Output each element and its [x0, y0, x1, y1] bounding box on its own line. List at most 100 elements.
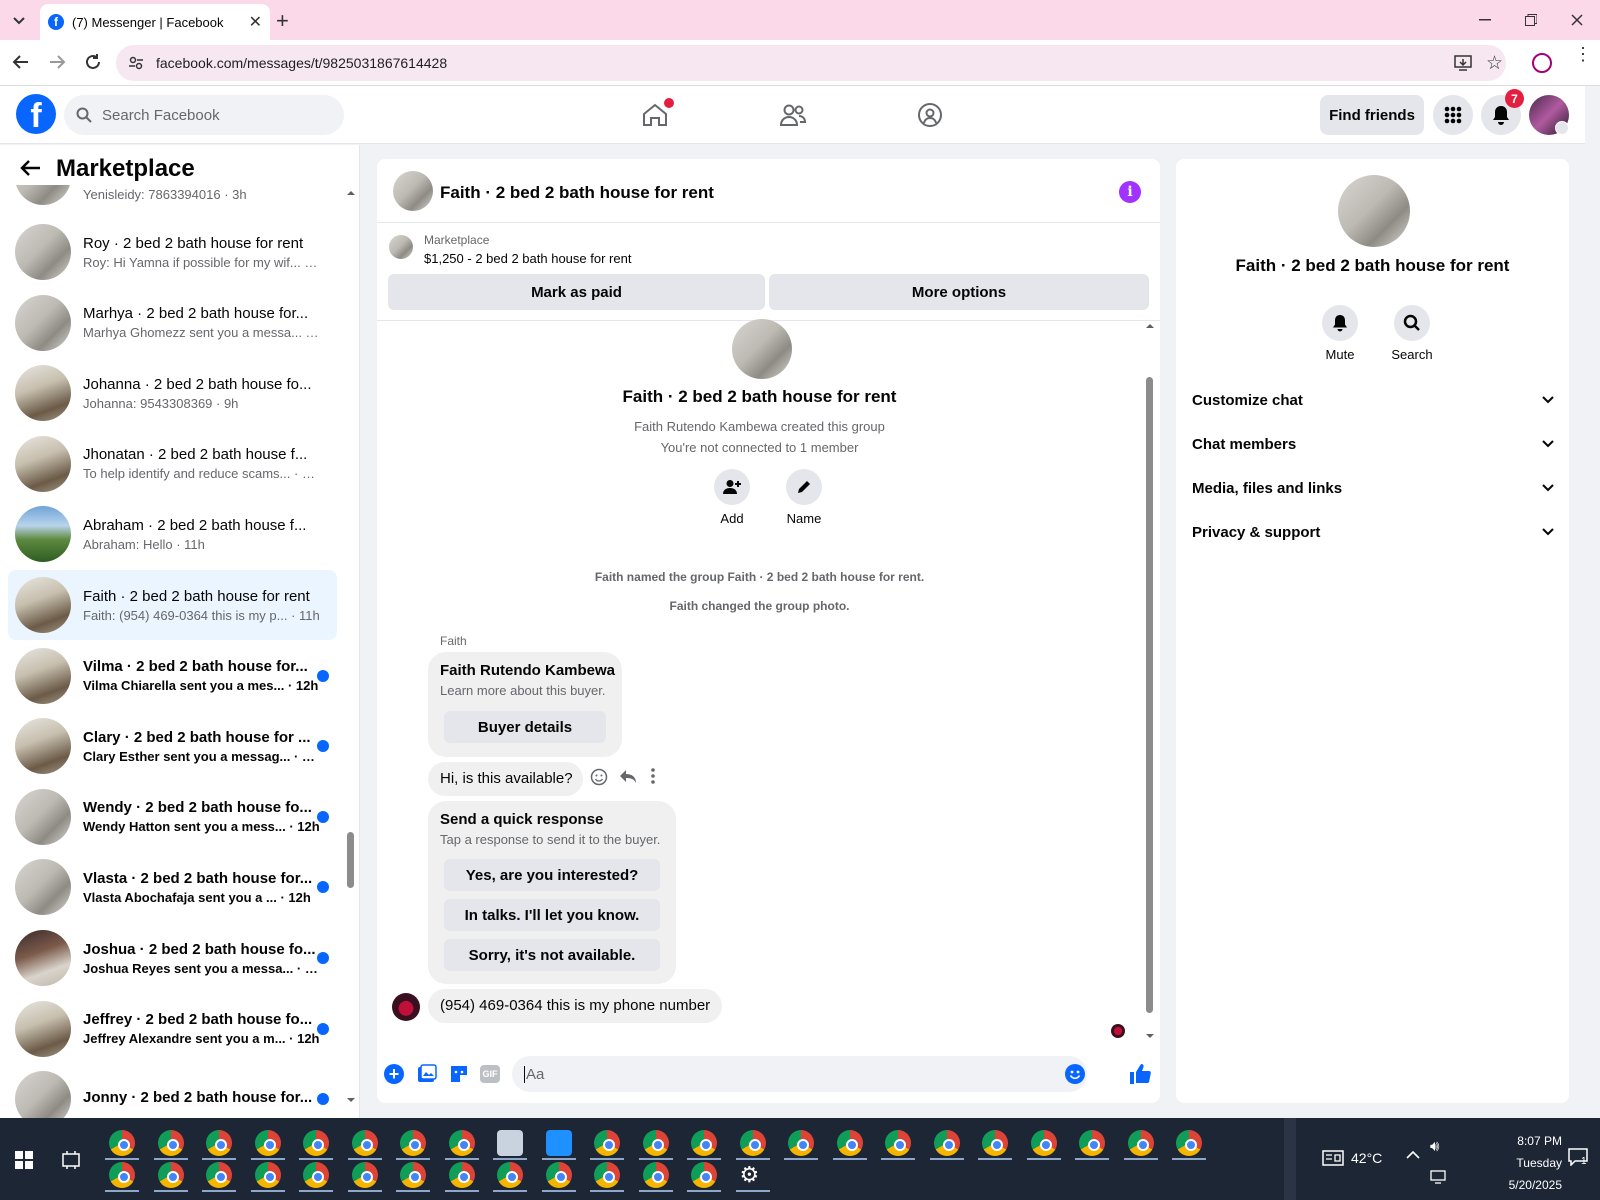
start-icon[interactable]	[15, 1151, 33, 1169]
settings-icon[interactable]: ⚙	[740, 1162, 766, 1188]
chrome-icon[interactable]	[982, 1130, 1008, 1156]
forward-icon[interactable]	[48, 53, 66, 71]
close-window-button[interactable]	[1562, 8, 1592, 32]
sticker-icon[interactable]	[449, 1064, 469, 1084]
chrome-icon[interactable]	[109, 1130, 135, 1156]
app-icon-refresh[interactable]	[545, 1130, 572, 1156]
chrome-icon[interactable]	[254, 1130, 281, 1156]
weather-temp[interactable]: 42°C	[1351, 1150, 1382, 1166]
buyer-details-button[interactable]: Buyer details	[444, 711, 606, 743]
sidebar-scrollbar[interactable]	[345, 190, 357, 1110]
chrome-icon[interactable]	[400, 1162, 426, 1188]
conversation-item[interactable]: Vlasta · 2 bed 2 bath house for... Vlasta…	[8, 852, 337, 922]
reload-icon[interactable]	[84, 53, 102, 71]
show-hidden-icons[interactable]	[1406, 1150, 1420, 1160]
chat-members-row[interactable]: Chat members	[1192, 422, 1554, 466]
app-icon-photos[interactable]	[497, 1130, 523, 1156]
conversation-item[interactable]: Roy · 2 bed 2 bath house for rent Roy: Hi…	[8, 217, 337, 287]
back-arrow-icon[interactable]	[20, 159, 42, 177]
scroll-down-icon[interactable]	[346, 1097, 356, 1103]
chrome-icon[interactable]	[739, 1130, 766, 1156]
clock-date[interactable]: 5/20/2025	[1472, 1178, 1562, 1192]
browser-tab[interactable]: f (7) Messenger | Facebook ✕	[40, 4, 270, 40]
chrome-icon[interactable]	[206, 1130, 232, 1156]
chrome-icon[interactable]	[157, 1130, 184, 1156]
account-avatar[interactable]	[1529, 95, 1569, 135]
quick-response-in-talks[interactable]: In talks. I'll let you know.	[444, 899, 660, 931]
chrome-icon[interactable]	[545, 1162, 572, 1188]
scroll-up-icon[interactable]	[1145, 323, 1155, 329]
sender-avatar[interactable]	[392, 993, 420, 1021]
conversation-partial[interactable]: Yenisleidy: 7863394016 · 3h	[8, 185, 337, 213]
media-files-links-row[interactable]: Media, files and links	[1192, 466, 1554, 510]
tab-close-icon[interactable]: ✕	[249, 12, 262, 32]
chrome-icon[interactable]	[642, 1130, 669, 1156]
chrome-icon[interactable]	[206, 1162, 232, 1188]
chrome-icon[interactable]	[691, 1130, 717, 1156]
privacy-support-row[interactable]: Privacy & support	[1192, 510, 1554, 554]
react-icon[interactable]	[590, 768, 608, 786]
chrome-icon[interactable]	[594, 1162, 620, 1188]
chrome-icon[interactable]	[303, 1162, 329, 1188]
chrome-icon[interactable]	[642, 1162, 669, 1188]
chrome-icon[interactable]	[1079, 1130, 1105, 1156]
conversation-item[interactable]: Joshua · 2 bed 2 bath house fo... Joshua …	[8, 923, 337, 993]
clock-time[interactable]: 8:07 PM	[1472, 1134, 1562, 1148]
conversation-item[interactable]: Jonny · 2 bed 2 bath house for...	[8, 1064, 337, 1118]
conversation-item[interactable]: Faith · 2 bed 2 bath house for rent Faith…	[8, 570, 337, 640]
chrome-icon[interactable]	[594, 1130, 620, 1156]
chrome-icon[interactable]	[303, 1130, 329, 1156]
bookmark-star-icon[interactable]: ☆	[1486, 52, 1503, 75]
install-app-icon[interactable]	[1454, 54, 1472, 72]
address-bar[interactable]: facebook.com/messages/t/9825031867614428…	[116, 45, 1506, 81]
minimize-button[interactable]	[1470, 8, 1500, 32]
customize-chat-row[interactable]: Customize chat	[1192, 378, 1554, 422]
scroll-up-icon[interactable]	[346, 190, 356, 196]
weather-icon[interactable]	[1322, 1150, 1344, 1166]
chrome-icon[interactable]	[497, 1162, 523, 1188]
site-info-icon[interactable]	[128, 55, 144, 71]
scroll-down-icon[interactable]	[1145, 1033, 1155, 1039]
conversation-item[interactable]: Jhonatan · 2 bed 2 bath house f... To hel…	[8, 429, 337, 499]
groups-nav[interactable]	[913, 98, 947, 132]
conversation-item[interactable]: Abraham · 2 bed 2 bath house f... Abraham…	[8, 499, 337, 569]
taskbar-scrollbar[interactable]	[1284, 1118, 1296, 1200]
network-icon[interactable]	[1430, 1170, 1448, 1184]
search-conversation-button[interactable]: Search	[1382, 305, 1442, 362]
info-button[interactable]: i	[1119, 181, 1141, 203]
back-icon[interactable]	[12, 53, 30, 71]
conversation-item[interactable]: Vilma · 2 bed 2 bath house for... Vilma C…	[8, 641, 337, 711]
conversation-item[interactable]: Wendy · 2 bed 2 bath house fo... Wendy Ha…	[8, 782, 337, 852]
profile-icon[interactable]	[1532, 53, 1552, 73]
tab-list-button[interactable]	[8, 10, 30, 32]
menu-button[interactable]	[1433, 95, 1473, 135]
chrome-icon[interactable]	[448, 1162, 475, 1188]
search-box[interactable]: Search Facebook	[64, 95, 344, 135]
add-member-button[interactable]: Add	[707, 469, 757, 526]
find-friends-button[interactable]: Find friends	[1320, 95, 1424, 135]
task-view-icon[interactable]	[62, 1151, 80, 1169]
chrome-icon[interactable]	[351, 1130, 378, 1156]
emoji-icon[interactable]	[1065, 1064, 1085, 1084]
new-tab-button[interactable]: +	[276, 8, 289, 34]
notification-center-icon[interactable]: 1	[1568, 1148, 1588, 1167]
chrome-icon[interactable]	[157, 1162, 184, 1188]
scrollbar-thumb[interactable]	[347, 832, 354, 888]
notifications-button[interactable]: 7	[1481, 89, 1524, 135]
scrollbar-thumb[interactable]	[1146, 377, 1153, 1013]
conversation-item[interactable]: Clary · 2 bed 2 bath house for ... Clary …	[8, 711, 337, 781]
restore-button[interactable]	[1516, 8, 1546, 32]
chrome-icon[interactable]	[351, 1162, 378, 1188]
listing-thumbnail[interactable]	[389, 235, 413, 259]
conversation-item[interactable]: Jeffrey · 2 bed 2 bath house fo... Jeffre…	[8, 994, 337, 1064]
name-group-button[interactable]: Name	[779, 469, 829, 526]
reply-icon[interactable]	[619, 769, 637, 785]
chat-scrollbar[interactable]	[1144, 321, 1156, 1043]
gif-icon[interactable]: GIF	[480, 1065, 500, 1083]
facebook-logo[interactable]: f	[16, 94, 56, 134]
message-bubble[interactable]: (954) 469-0364 this is my phone number	[428, 989, 722, 1023]
home-nav[interactable]	[638, 98, 674, 132]
mark-as-paid-button[interactable]: Mark as paid	[388, 274, 765, 310]
more-options-button[interactable]: More options	[769, 274, 1149, 310]
info-avatar[interactable]	[1338, 175, 1410, 247]
